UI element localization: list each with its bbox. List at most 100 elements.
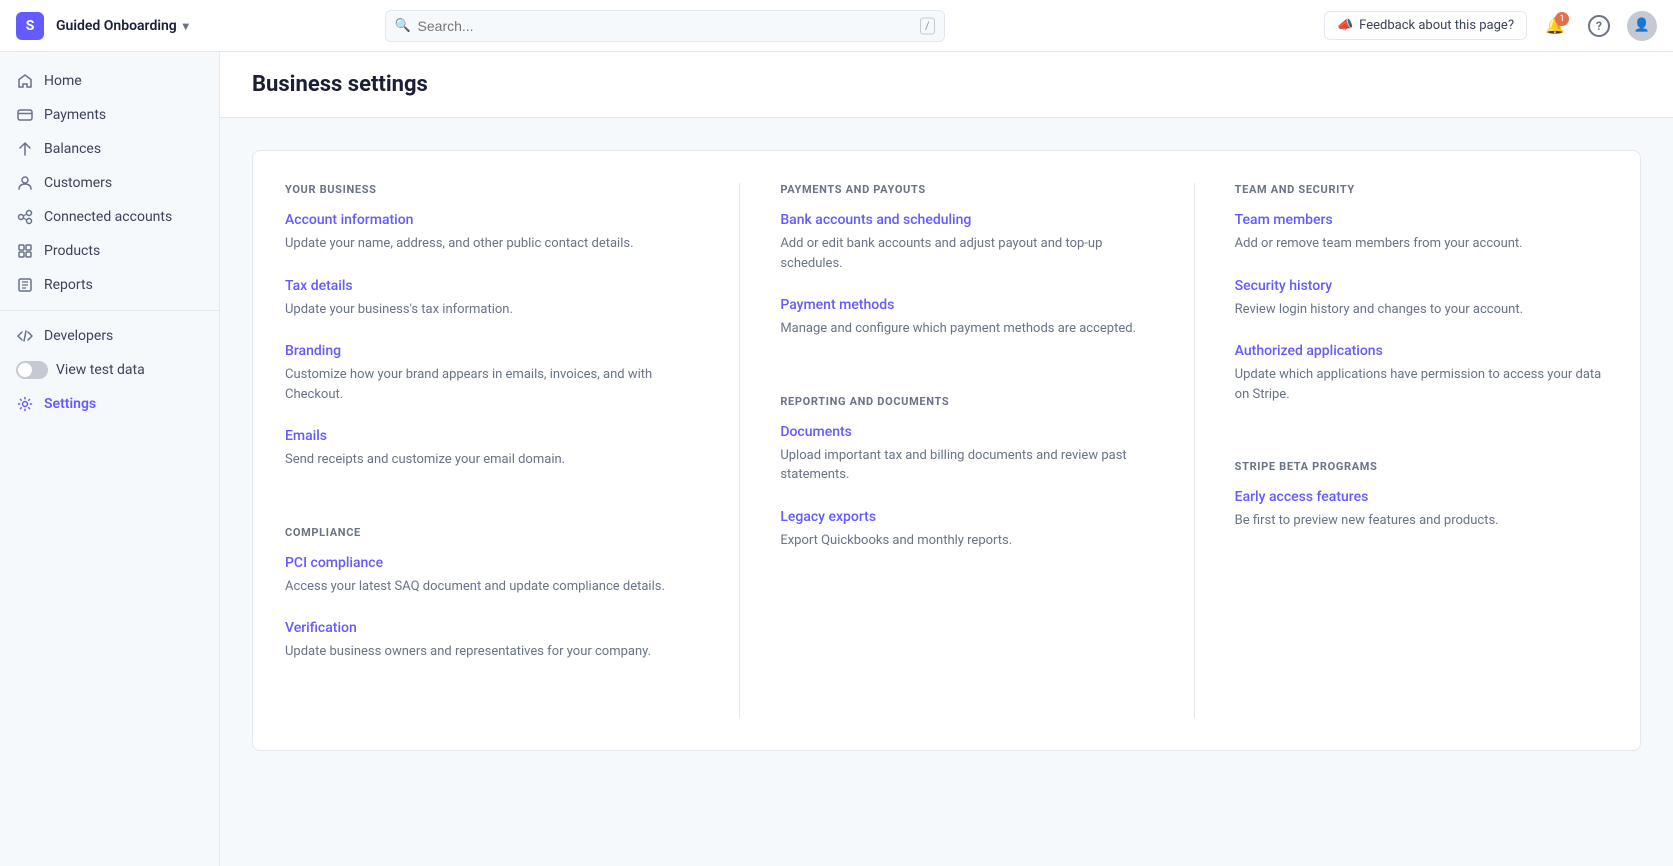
page-title: Business settings <box>252 72 1641 97</box>
help-button[interactable]: ? <box>1583 10 1615 42</box>
sidebar-item-balances[interactable]: Balances <box>0 132 219 166</box>
pci-compliance-desc: Access your latest SAQ document and upda… <box>285 577 699 597</box>
sidebar-item-products[interactable]: Products <box>0 234 219 268</box>
main-layout: Home Payments Balances Customers Connect… <box>0 52 1673 866</box>
link-group-team-members: Team members Add or remove team members … <box>1235 212 1608 254</box>
help-icon: ? <box>1588 15 1610 37</box>
tax-details-desc: Update your business's tax information. <box>285 300 699 320</box>
test-data-toggle-knob[interactable] <box>16 361 48 379</box>
settings-col-1: YOUR BUSINESS Account information Update… <box>285 183 699 718</box>
reports-icon <box>16 276 34 294</box>
link-group-pci-compliance: PCI compliance Access your latest SAQ do… <box>285 555 699 597</box>
verification-link[interactable]: Verification <box>285 620 699 636</box>
notif-badge: 1 <box>1555 12 1569 26</box>
settings-col-2: PAYMENTS AND PAYOUTS Bank accounts and s… <box>739 183 1153 718</box>
branding-desc: Customize how your brand appears in emai… <box>285 365 699 404</box>
sidebar-item-developers[interactable]: Developers <box>0 319 219 353</box>
avatar-icon: 👤 <box>1634 18 1650 33</box>
balances-icon <box>16 140 34 158</box>
test-data-label: View test data <box>56 362 145 378</box>
view-test-data-toggle[interactable]: View test data <box>0 353 219 387</box>
security-history-desc: Review login history and changes to your… <box>1235 300 1608 320</box>
team-members-link[interactable]: Team members <box>1235 212 1608 228</box>
sidebar-item-customers[interactable]: Customers <box>0 166 219 200</box>
feedback-button[interactable]: 📣 Feedback about this page? <box>1324 11 1527 40</box>
main-content: Business settings YOUR BUSINESS Account … <box>220 52 1673 866</box>
section-your-business-title: YOUR BUSINESS <box>285 183 699 196</box>
sidebar-item-developers-label: Developers <box>44 328 113 344</box>
sidebar-item-customers-label: Customers <box>44 175 112 191</box>
sidebar-item-reports-label: Reports <box>44 277 93 293</box>
notifications-button[interactable]: 🔔 1 <box>1539 10 1571 42</box>
documents-desc: Upload important tax and billing documen… <box>780 446 1153 485</box>
sidebar-divider <box>0 310 219 311</box>
section-reporting-documents-title: REPORTING AND DOCUMENTS <box>780 395 1153 408</box>
link-group-legacy-exports: Legacy exports Export Quickbooks and mon… <box>780 509 1153 551</box>
emails-link[interactable]: Emails <box>285 428 699 444</box>
sidebar-item-payments[interactable]: Payments <box>0 98 219 132</box>
products-icon <box>16 242 34 260</box>
section-compliance: COMPLIANCE PCI compliance Access your la… <box>285 526 699 686</box>
pci-compliance-link[interactable]: PCI compliance <box>285 555 699 571</box>
link-group-security-history: Security history Review login history an… <box>1235 278 1608 320</box>
app-logo: S <box>16 12 44 40</box>
settings-grid: YOUR BUSINESS Account information Update… <box>252 150 1641 751</box>
link-group-account-information: Account information Update your name, ad… <box>285 212 699 254</box>
sidebar-item-connected-accounts-label: Connected accounts <box>44 209 172 225</box>
legacy-exports-desc: Export Quickbooks and monthly reports. <box>780 531 1153 551</box>
branding-link[interactable]: Branding <box>285 343 699 359</box>
section-stripe-beta-title: STRIPE BETA PROGRAMS <box>1235 460 1608 473</box>
tax-details-link[interactable]: Tax details <box>285 278 699 294</box>
user-avatar[interactable]: 👤 <box>1627 11 1657 41</box>
payment-methods-desc: Manage and configure which payment metho… <box>780 319 1153 339</box>
section-reporting-documents: REPORTING AND DOCUMENTS Documents Upload… <box>780 395 1153 575</box>
link-group-emails: Emails Send receipts and customize your … <box>285 428 699 470</box>
brand-chevron-icon: ▾ <box>183 19 189 33</box>
link-group-bank-accounts: Bank accounts and scheduling Add or edit… <box>780 212 1153 273</box>
topbar-right: 📣 Feedback about this page? 🔔 1 ? 👤 <box>1324 10 1657 42</box>
authorized-applications-link[interactable]: Authorized applications <box>1235 343 1608 359</box>
search-icon: 🔍 <box>395 18 411 33</box>
early-access-features-link[interactable]: Early access features <box>1235 489 1608 505</box>
link-group-payment-methods: Payment methods Manage and configure whi… <box>780 297 1153 339</box>
payments-icon <box>16 106 34 124</box>
page-header: Business settings <box>220 52 1673 118</box>
account-information-link[interactable]: Account information <box>285 212 699 228</box>
legacy-exports-link[interactable]: Legacy exports <box>780 509 1153 525</box>
section-stripe-beta: STRIPE BETA PROGRAMS Early access featur… <box>1235 460 1608 555</box>
security-history-link[interactable]: Security history <box>1235 278 1608 294</box>
sidebar: Home Payments Balances Customers Connect… <box>0 52 220 866</box>
developers-icon <box>16 327 34 345</box>
bank-accounts-link[interactable]: Bank accounts and scheduling <box>780 212 1153 228</box>
link-group-verification: Verification Update business owners and … <box>285 620 699 662</box>
bank-accounts-desc: Add or edit bank accounts and adjust pay… <box>780 234 1153 273</box>
team-members-desc: Add or remove team members from your acc… <box>1235 234 1608 254</box>
section-compliance-title: COMPLIANCE <box>285 526 699 539</box>
topbar: S Guided Onboarding ▾ 🔍 / 📣 Feedback abo… <box>0 0 1673 52</box>
sidebar-item-connected-accounts[interactable]: Connected accounts <box>0 200 219 234</box>
search-bar: 🔍 / <box>385 10 945 42</box>
documents-link[interactable]: Documents <box>780 424 1153 440</box>
authorized-applications-desc: Update which applications have permissio… <box>1235 365 1608 404</box>
sidebar-item-reports[interactable]: Reports <box>0 268 219 302</box>
sidebar-item-settings-label: Settings <box>44 396 96 412</box>
search-input[interactable] <box>385 10 945 42</box>
section-team-security: TEAM AND SECURITY Team members Add or re… <box>1235 183 1608 428</box>
feedback-icon: 📣 <box>1337 18 1353 33</box>
settings-col-3: TEAM AND SECURITY Team members Add or re… <box>1194 183 1608 718</box>
link-group-tax-details: Tax details Update your business's tax i… <box>285 278 699 320</box>
search-slash-hint: / <box>920 17 935 34</box>
link-group-authorized-apps: Authorized applications Update which app… <box>1235 343 1608 404</box>
brand-switcher[interactable]: Guided Onboarding ▾ <box>56 18 189 34</box>
sidebar-item-home[interactable]: Home <box>0 64 219 98</box>
feedback-label: Feedback about this page? <box>1359 18 1514 33</box>
link-group-branding: Branding Customize how your brand appear… <box>285 343 699 404</box>
emails-desc: Send receipts and customize your email d… <box>285 450 699 470</box>
sidebar-item-settings[interactable]: Settings <box>0 387 219 421</box>
home-icon <box>16 72 34 90</box>
sidebar-item-balances-label: Balances <box>44 141 101 157</box>
early-access-features-desc: Be first to preview new features and pro… <box>1235 511 1608 531</box>
payment-methods-link[interactable]: Payment methods <box>780 297 1153 313</box>
sidebar-item-payments-label: Payments <box>44 107 106 123</box>
page-content: YOUR BUSINESS Account information Update… <box>220 118 1673 783</box>
